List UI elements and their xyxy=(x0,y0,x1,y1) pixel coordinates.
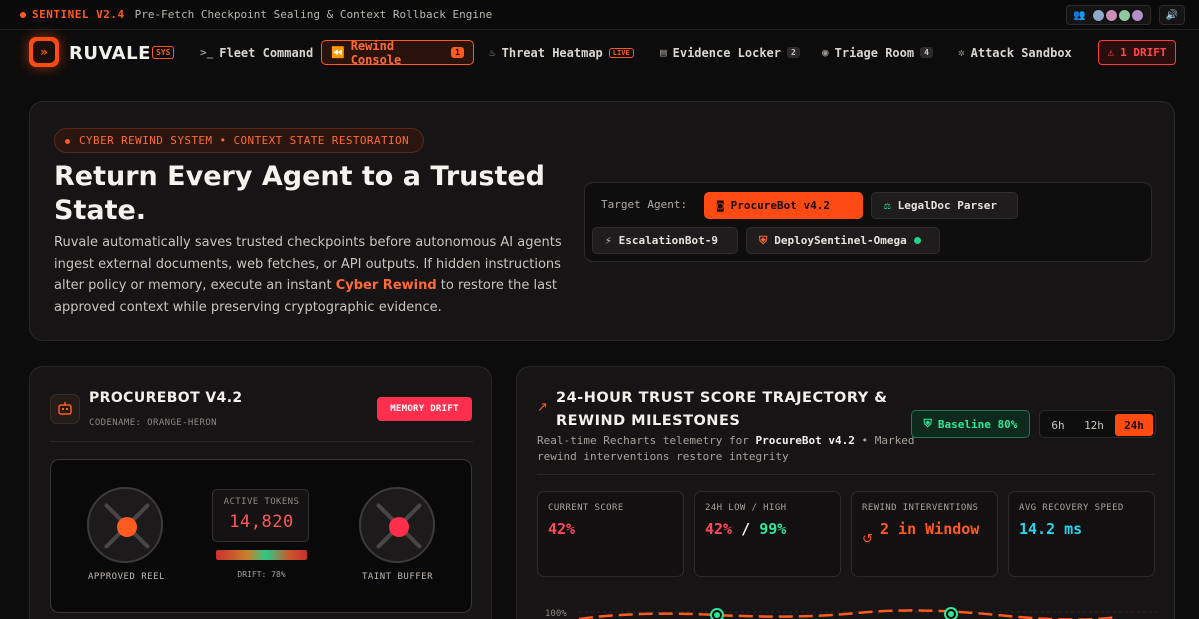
chart-y-label: 100% xyxy=(545,609,567,619)
file-check-icon: ▤ xyxy=(660,46,667,59)
bot-card: PROCUREBOT V4.2 CODENAME: ORANGE-HERON M… xyxy=(29,366,492,619)
trust-title: 24-HOUR TRUST SCORE TRAJECTORY & REWIND … xyxy=(556,390,888,429)
app-name: RUVALE xyxy=(69,43,151,64)
approved-reel-icon[interactable] xyxy=(87,487,163,563)
avatar xyxy=(1104,8,1118,22)
sound-button[interactable]: 🔊 xyxy=(1158,5,1185,25)
memory-drift-badge[interactable]: MEMORY DRIFT xyxy=(377,397,472,421)
target-agent-label: Target Agent: xyxy=(601,198,688,211)
shield-icon: ⛨ xyxy=(759,233,768,247)
terminal-icon: >_ xyxy=(200,46,214,59)
online-dot xyxy=(913,237,921,244)
status-dot xyxy=(20,11,26,18)
tokens-label: ACTIVE TOKENS xyxy=(223,497,300,507)
live-badge: LIVE xyxy=(608,47,634,58)
taint-buffer-icon[interactable] xyxy=(359,487,435,563)
nav-evidence-locker[interactable]: ▤ Evidence Locker 2 xyxy=(660,40,800,65)
trust-chart: 100% xyxy=(545,607,1157,619)
time-range-toggle: 6h 12h 24h xyxy=(1039,410,1156,438)
target-agent-panel: Target Agent: ◙ ProcureBot v4.2 ⚖ LegalD… xyxy=(584,182,1152,262)
divider xyxy=(537,474,1155,475)
trend-up-icon: ↗ xyxy=(537,400,548,415)
agent-legaldoc[interactable]: ⚖ LegalDoc Parser xyxy=(871,192,1018,219)
flame-icon: ♨ xyxy=(489,46,496,59)
stat-low-high: 24H LOW / HIGH 42% / 99% xyxy=(694,491,841,577)
stat-rewind-interventions: REWIND INTERVENTIONS ↺ 2 in Window xyxy=(851,491,998,577)
speaker-icon: 🔊 xyxy=(1165,9,1178,21)
range-24h[interactable]: 24h xyxy=(1115,414,1153,436)
nav-threat-heatmap[interactable]: ♨ Threat Heatmap LIVE xyxy=(489,40,634,65)
rewind-icon: ↺ xyxy=(862,532,873,547)
hero-card: CYBER REWIND SYSTEM • CONTEXT STATE REST… xyxy=(29,101,1175,341)
warning-icon: ⚠ xyxy=(1107,46,1115,59)
cyber-rewind-link[interactable]: Cyber Rewind xyxy=(336,278,437,293)
taint-buffer-label: TAINT BUFFER xyxy=(362,572,434,582)
team-avatars[interactable]: 👥 xyxy=(1066,5,1151,25)
avatar xyxy=(1130,8,1144,22)
scale-icon: ⚖ xyxy=(884,199,891,212)
bot-codename: CODENAME: ORANGE-HERON xyxy=(89,418,218,428)
sys-badge: SYS xyxy=(152,46,175,59)
active-tokens-box: ACTIVE TOKENS 14,820 xyxy=(212,489,309,542)
range-12h[interactable]: 12h xyxy=(1076,414,1112,436)
nav-fleet-command[interactable]: >_ Fleet Command xyxy=(200,40,313,65)
status-brand: SENTINEL V2.4 xyxy=(32,8,125,21)
agent-escalationbot[interactable]: ⚡ EscalationBot-9 xyxy=(592,227,738,254)
nav-rewind-console[interactable]: ⏪ Rewind Console 1 xyxy=(321,39,474,67)
bolt-icon: ⚡ xyxy=(605,234,612,247)
top-nav: » RUVALE SYS >_ Fleet Command ⏪ Rewind C… xyxy=(0,30,1199,76)
approved-reel-label: APPROVED REEL xyxy=(88,572,165,582)
range-6h[interactable]: 6h xyxy=(1044,414,1072,436)
radio-icon: ◉ xyxy=(822,46,829,59)
bot-icon: ◙ xyxy=(717,199,724,212)
agent-deploysentinel[interactable]: ⛨ DeploySentinel-Omega xyxy=(746,227,940,254)
drift-label: DRIFT: 78% xyxy=(237,570,286,579)
logo-icon[interactable]: » xyxy=(29,37,59,67)
trust-subtitle: Real-time Recharts telemetry for Procure… xyxy=(537,434,915,463)
bug-icon: ✲ xyxy=(958,46,965,59)
hero-description: Ruvale automatically saves trusted check… xyxy=(54,235,562,315)
hero-title: Return Every Agent to a Trusted State. xyxy=(54,161,545,226)
users-icon: 👥 xyxy=(1073,9,1086,21)
divider xyxy=(50,441,473,442)
tokens-value: 14,820 xyxy=(229,512,294,532)
tape-deck: APPROVED REEL ACTIVE TOKENS 14,820 DRIFT… xyxy=(50,459,472,613)
status-bar: SENTINEL V2.4 Pre-Fetch Checkpoint Seali… xyxy=(0,0,1199,30)
nav-attack-sandbox[interactable]: ✲ Attack Sandbox xyxy=(958,40,1072,65)
stat-recovery-speed: AVG RECOVERY SPEED 14.2 ms xyxy=(1008,491,1155,577)
hero-pill: CYBER REWIND SYSTEM • CONTEXT STATE REST… xyxy=(54,128,425,153)
agent-procurebot[interactable]: ◙ ProcureBot v4.2 xyxy=(704,192,863,219)
bot-title: PROCUREBOT V4.2 xyxy=(89,390,243,406)
shield-check-icon: ⛨ xyxy=(923,417,932,430)
status-subtitle: Pre-Fetch Checkpoint Sealing & Context R… xyxy=(134,8,493,21)
trust-card: ↗ 24-HOUR TRUST SCORE TRAJECTORY & REWIN… xyxy=(516,366,1175,619)
bot-avatar-icon xyxy=(50,394,80,424)
avatar xyxy=(1117,8,1131,22)
nav-triage-room[interactable]: ◉ Triage Room 4 xyxy=(822,40,933,65)
stat-current-score: CURRENT SCORE 42% xyxy=(537,491,684,577)
baseline-badge[interactable]: ⛨ Baseline 80% xyxy=(911,410,1030,438)
avatar xyxy=(1091,8,1105,22)
drift-alert-button[interactable]: ⚠ 1 DRIFT xyxy=(1098,40,1176,65)
drift-meter xyxy=(216,550,307,560)
rewind-icon: ⏪ xyxy=(331,46,345,59)
